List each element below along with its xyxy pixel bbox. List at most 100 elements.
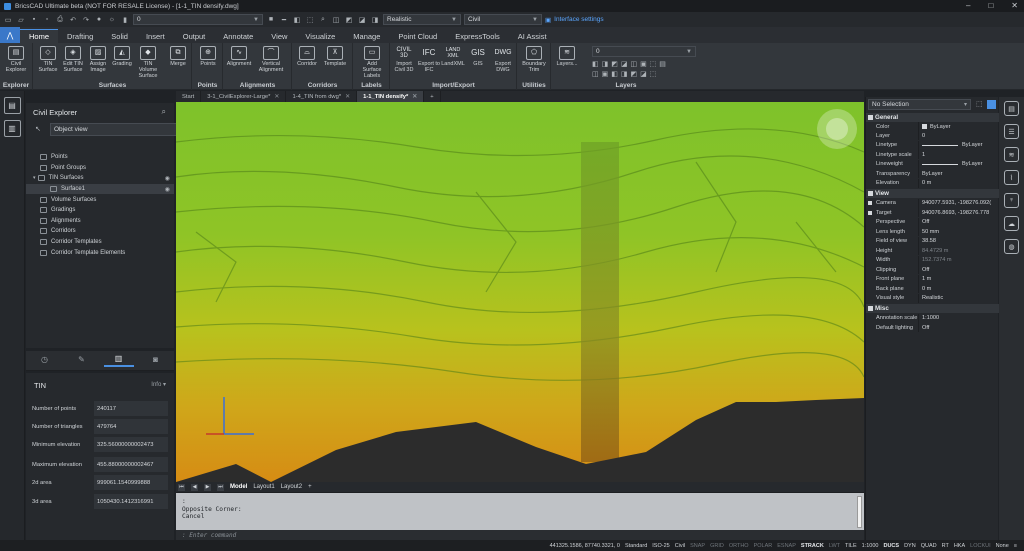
template-button[interactable]: ⊼ Template bbox=[322, 46, 348, 67]
lock-icon[interactable]: ▮ bbox=[120, 15, 130, 25]
new-file-icon[interactable]: ▭ bbox=[3, 15, 13, 25]
tree-item-corridor-templates[interactable]: Corridor Templates bbox=[26, 237, 174, 248]
tab-home[interactable]: Home bbox=[20, 29, 59, 43]
property-row[interactable]: Linetype scale 1 bbox=[866, 150, 999, 160]
property-row[interactable]: Clipping Off bbox=[866, 265, 999, 275]
add-surface-labels-button[interactable]: ▭ Add Surface Labels bbox=[358, 46, 386, 79]
lightbulb-icon[interactable]: ◍ bbox=[1004, 239, 1019, 254]
status-quad[interactable]: QUAD bbox=[920, 543, 938, 549]
select-cursor-icon[interactable]: ↖ bbox=[35, 125, 41, 133]
prev-layout-icon[interactable]: ◀ bbox=[191, 483, 198, 491]
app-menu-button[interactable]: ⋀ bbox=[0, 27, 20, 43]
layer-tools-row-1[interactable]: ◧◨◩◪◫▣⬚▤ bbox=[592, 60, 669, 68]
lightbulb-icon[interactable]: ● bbox=[94, 15, 104, 25]
assign-image-button[interactable]: ▨ Assign Image bbox=[85, 46, 111, 73]
property-row[interactable]: Lineweight ByLayer bbox=[866, 159, 999, 169]
close-icon[interactable]: ✕ bbox=[412, 93, 417, 100]
layer-tools-row-2[interactable]: ◫▣◧◨◩◪⬚ bbox=[592, 70, 659, 78]
status-customize-icon[interactable]: ≡ bbox=[1013, 543, 1018, 549]
civil-explorer-panel-icon[interactable]: ▤ bbox=[3, 97, 21, 114]
merge-button[interactable]: ⧉ Merge bbox=[165, 46, 191, 67]
sun-icon[interactable]: ☼ bbox=[107, 15, 117, 25]
status-dyn[interactable]: DYN bbox=[903, 543, 917, 549]
status-lockui[interactable]: LOCKUI bbox=[969, 543, 991, 549]
tree-item-tin-surfaces[interactable]: ▾ TIN Surfaces ◉ bbox=[26, 173, 174, 184]
layout-tab-layout2[interactable]: Layout2 bbox=[281, 484, 302, 490]
properties-panel-icon[interactable]: ▤ bbox=[1004, 101, 1019, 116]
zoom-icon[interactable]: ⌕ bbox=[318, 15, 328, 25]
layers-panel-icon[interactable]: ≋ bbox=[1004, 147, 1019, 162]
tab-drafting[interactable]: Drafting bbox=[58, 29, 102, 43]
doc-tab-tin-from-dwg[interactable]: 1-4_TIN from dwg* ✕ bbox=[286, 91, 358, 102]
property-row[interactable]: Target 940076.8693, -198276.778 bbox=[866, 208, 999, 218]
property-row[interactable]: Visual style Realistic bbox=[866, 293, 999, 303]
view-mode-combo[interactable]: Object view ▾ bbox=[50, 123, 192, 136]
property-row[interactable]: Front plane 1 m bbox=[866, 274, 999, 284]
tab-annotate[interactable]: Annotate bbox=[214, 29, 262, 43]
status-annotation-scale[interactable]: 1:1000 bbox=[861, 543, 880, 549]
tab-view[interactable]: View bbox=[262, 29, 296, 43]
tab-insert[interactable]: Insert bbox=[137, 29, 174, 43]
gis-button[interactable]: GIS GIS bbox=[465, 46, 491, 68]
interface-settings-button[interactable]: ▣ Interface settings bbox=[545, 16, 604, 24]
history-icon[interactable]: ◷ bbox=[30, 355, 60, 366]
status-dim-style[interactable]: ISO-25 bbox=[651, 543, 670, 549]
attach-icon[interactable]: ⌇ bbox=[1004, 170, 1019, 185]
status-strack[interactable]: STRACK bbox=[800, 543, 825, 549]
search-icon[interactable]: ⌕ bbox=[162, 107, 166, 117]
new-tab-button[interactable]: + bbox=[424, 91, 441, 102]
next-layout-icon[interactable]: ▶ bbox=[204, 483, 211, 491]
save-icon[interactable]: ▪ bbox=[29, 15, 39, 25]
quick-select-icon[interactable] bbox=[987, 100, 996, 109]
tree-item-points[interactable]: Points bbox=[26, 152, 174, 163]
tab-manage[interactable]: Manage bbox=[344, 29, 389, 43]
property-row[interactable]: Default lighting Off bbox=[866, 323, 999, 333]
maximize-button[interactable]: □ bbox=[988, 1, 993, 10]
select-icon[interactable]: ⬚ bbox=[305, 15, 315, 25]
minimize-button[interactable]: – bbox=[966, 1, 970, 10]
doc-tab-start[interactable]: Start bbox=[176, 91, 202, 102]
print-icon[interactable]: ⎙ bbox=[55, 15, 65, 25]
close-icon[interactable]: ✕ bbox=[274, 93, 279, 100]
property-row[interactable]: Perspective Off bbox=[866, 217, 999, 227]
points-button[interactable]: ⊕ Points bbox=[195, 46, 221, 67]
target-pick-icon[interactable] bbox=[868, 210, 872, 215]
edit-icon[interactable]: ✎ bbox=[67, 355, 97, 366]
cloud-icon[interactable]: ☁ bbox=[1004, 216, 1019, 231]
view-icon[interactable]: ◧ bbox=[292, 15, 302, 25]
status-polar[interactable]: POLAR bbox=[753, 543, 774, 549]
chevron-down-icon[interactable]: ▾ bbox=[33, 175, 36, 181]
tab-solid[interactable]: Solid bbox=[102, 29, 137, 43]
property-row[interactable]: Linetype ByLayer bbox=[866, 140, 999, 150]
select-objects-icon[interactable]: ⬚ bbox=[976, 100, 983, 108]
close-icon[interactable]: ✕ bbox=[345, 93, 350, 100]
drawing-viewport[interactable] bbox=[176, 102, 864, 482]
save-as-icon[interactable]: ▫ bbox=[42, 15, 52, 25]
info-dropdown[interactable]: Info ▾ bbox=[151, 381, 166, 388]
tree-item-alignments[interactable]: Alignments bbox=[26, 216, 174, 227]
view-navigation-widget[interactable] bbox=[817, 109, 857, 149]
export-dwg-button[interactable]: DWG Export DWG bbox=[490, 46, 516, 73]
command-input[interactable]: : Enter command bbox=[176, 530, 864, 540]
grading-button[interactable]: ◭ Grading bbox=[109, 46, 135, 67]
export-ifc-button[interactable]: IFC Export to IFC bbox=[416, 46, 442, 74]
open-folder-icon[interactable]: ▱ bbox=[16, 15, 26, 25]
civil-explorer-button[interactable]: ▤ Civil Explorer bbox=[3, 46, 29, 73]
layer-combo[interactable]: 0 ▼ bbox=[133, 14, 263, 25]
undo-icon[interactable]: ↶ bbox=[68, 15, 78, 25]
wireframe-icon[interactable]: ◩ bbox=[344, 15, 354, 25]
tab-visualize[interactable]: Visualize bbox=[296, 29, 344, 43]
status-tile[interactable]: TILE bbox=[844, 543, 858, 549]
property-row[interactable]: Color ByLayer bbox=[866, 122, 999, 132]
shade-icon[interactable]: ◨ bbox=[370, 15, 380, 25]
color-icon[interactable]: ■ bbox=[266, 15, 276, 25]
command-scrollbar[interactable] bbox=[857, 496, 862, 528]
edit-tin-surface-button[interactable]: ◈ Edit TIN Surface bbox=[60, 46, 86, 73]
camera-pick-icon[interactable] bbox=[868, 201, 872, 206]
property-row[interactable]: Field of view 38.58 bbox=[866, 236, 999, 246]
render-icon[interactable]: ◪ bbox=[357, 15, 367, 25]
eye-icon[interactable]: ◉ bbox=[165, 175, 170, 182]
status-grid[interactable]: GRID bbox=[709, 543, 725, 549]
camera-icon[interactable]: ◙ bbox=[141, 355, 171, 366]
linetype-icon[interactable]: ━ bbox=[279, 15, 289, 25]
